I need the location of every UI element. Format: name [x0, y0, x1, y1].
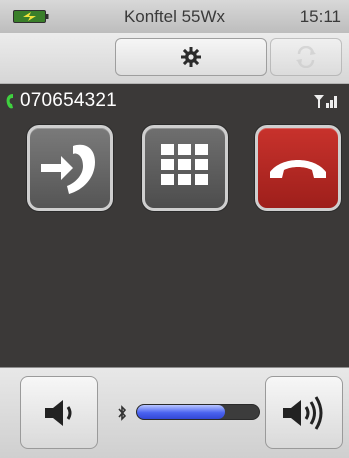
rotate-button[interactable] [270, 38, 342, 76]
device-title: Konftel 55Wx [123, 7, 226, 26]
mobile-signal-icon [314, 95, 337, 108]
phone-number: 070654321 [20, 90, 117, 111]
hang-up-icon [270, 160, 326, 178]
status-bar: Konftel 55Wx 15:11 [0, 0, 349, 34]
volume-down-button[interactable] [20, 376, 98, 449]
volume-down-icon [45, 399, 72, 426]
handset-icon [6, 94, 13, 109]
active-call-row: 070654321 [0, 84, 349, 116]
settings-button[interactable] [115, 38, 267, 76]
phone-screen: Konftel 55Wx 15:11 070654321 [0, 0, 349, 458]
volume-bar [0, 367, 349, 458]
volume-up-button[interactable] [265, 376, 343, 449]
keypad-button[interactable] [142, 125, 228, 211]
bluetooth-icon [118, 405, 127, 421]
volume-slider-fill [137, 405, 225, 419]
volume-slider[interactable] [136, 404, 260, 420]
keypad-icon [161, 144, 208, 185]
hang-up-button[interactable] [255, 125, 341, 211]
toolbar [0, 33, 349, 84]
rotate-icon [296, 46, 316, 68]
volume-up-icon [283, 395, 323, 430]
transfer-call-button[interactable] [27, 125, 113, 211]
clock: 15:11 [299, 7, 341, 26]
gear-icon [181, 47, 201, 67]
call-transfer-icon [41, 144, 95, 194]
